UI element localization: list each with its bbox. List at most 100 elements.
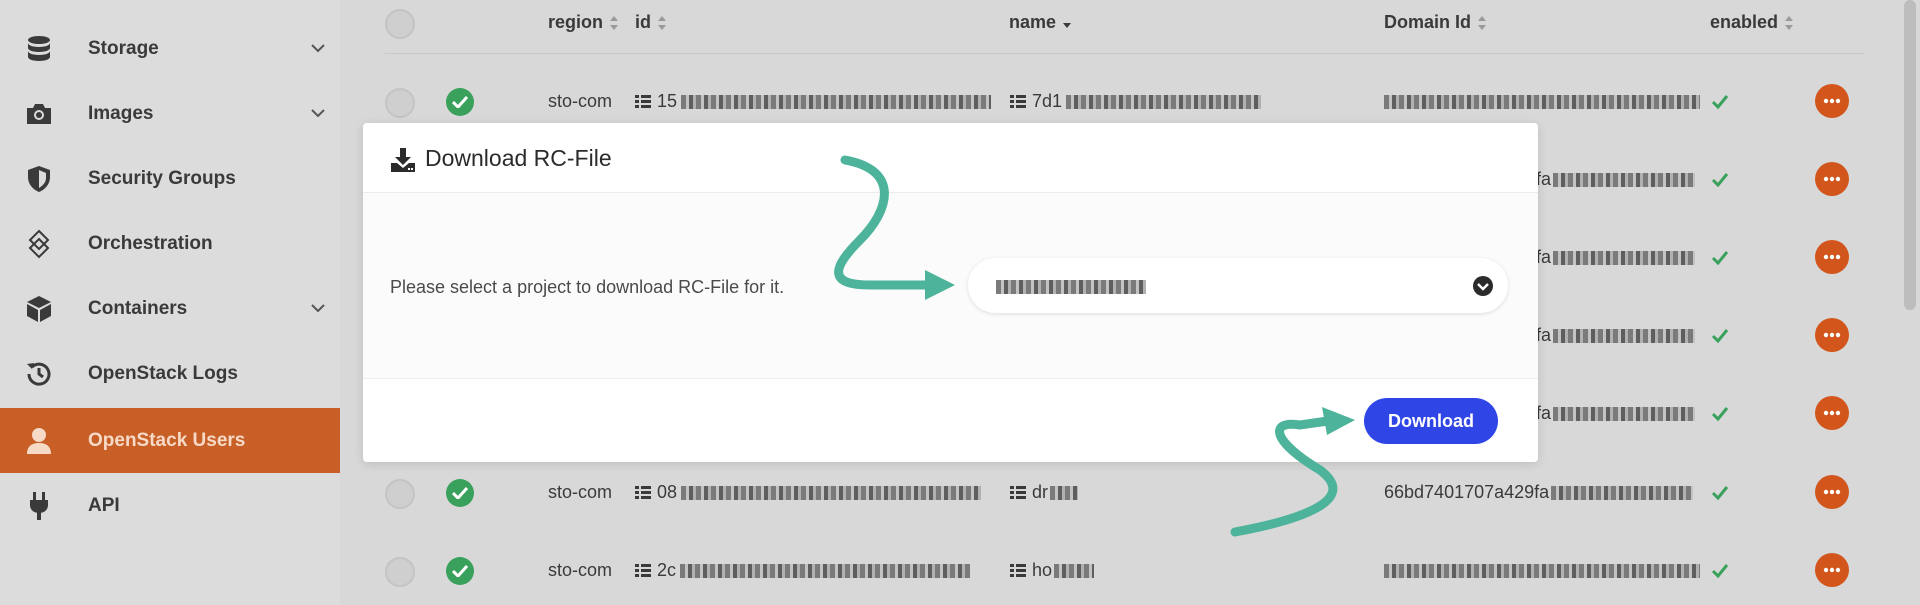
- redacted-text: [680, 564, 971, 579]
- column-header-label: name: [1009, 12, 1057, 32]
- project-select[interactable]: [968, 258, 1508, 313]
- sidebar-item-containers[interactable]: Containers: [0, 276, 340, 341]
- cell-id-text: 15: [657, 91, 678, 111]
- select-all-radio[interactable]: [385, 9, 415, 39]
- sidebar-item-label: Storage: [88, 37, 159, 59]
- download-rc-file-dialog: Download RC-File Please select a project…: [363, 123, 1538, 462]
- cell-domain-id-text: 66bd7401707a429fa: [1384, 482, 1550, 502]
- column-header-name[interactable]: name: [1009, 12, 1072, 33]
- row-actions-button[interactable]: [1815, 162, 1849, 196]
- cell-region: sto-com: [548, 560, 613, 580]
- list-icon: [1010, 95, 1026, 109]
- cell-domain-id: [1384, 91, 1700, 112]
- enabled-check-icon: [1711, 407, 1729, 422]
- list-icon: [1010, 564, 1026, 578]
- sidebar-item-api[interactable]: API: [0, 473, 340, 538]
- enabled-check-icon: [1711, 564, 1729, 579]
- row-actions-button[interactable]: [1815, 396, 1849, 430]
- list-icon: [635, 564, 651, 578]
- sidebar-item-security-groups[interactable]: Security Groups: [0, 146, 340, 211]
- cell-domain-id-text: fa: [1536, 403, 1552, 423]
- more-icon: [1823, 98, 1841, 104]
- more-icon: [1823, 176, 1841, 182]
- cell-domain-id: fa: [1536, 403, 1696, 424]
- cell-domain-id-text: fa: [1536, 247, 1552, 267]
- sidebar-item-label: OpenStack Logs: [88, 362, 238, 384]
- dialog-body: Please select a project to download RC-F…: [363, 193, 1538, 378]
- sidebar-item-images[interactable]: Images: [0, 81, 340, 146]
- download-button[interactable]: Download: [1364, 398, 1498, 444]
- cell-id-text: 08: [657, 482, 678, 502]
- row-actions-button[interactable]: [1815, 84, 1849, 118]
- sidebar-item-orchestration[interactable]: Orchestration: [0, 211, 340, 276]
- orchestration-icon: [24, 229, 54, 259]
- redacted-text: [1384, 95, 1700, 110]
- cell-name: ho: [1010, 560, 1095, 581]
- row-select-radio[interactable]: [385, 557, 415, 587]
- chevron-down-icon: [310, 301, 326, 317]
- download-icon: [391, 148, 415, 172]
- chevron-down-icon: [310, 41, 326, 57]
- sidebar-item-storage[interactable]: Storage: [0, 16, 340, 81]
- sidebar-item-openstack-logs[interactable]: OpenStack Logs: [0, 341, 340, 406]
- cell-domain-id-text: fa: [1536, 325, 1552, 345]
- sort-desc-icon: [1063, 22, 1072, 28]
- chevron-down-icon: [310, 106, 326, 122]
- row-select-radio[interactable]: [385, 88, 415, 118]
- row-actions-button[interactable]: [1815, 240, 1849, 274]
- more-icon: [1823, 332, 1841, 338]
- redacted-text: [1066, 95, 1262, 110]
- row-actions-button[interactable]: [1815, 475, 1849, 509]
- header-divider: [385, 53, 1865, 54]
- sort-icon: [610, 15, 619, 30]
- shield-icon: [24, 164, 54, 194]
- cell-domain-id: fa: [1536, 247, 1696, 268]
- cell-id: 15: [635, 91, 992, 112]
- column-header-label: id: [635, 12, 651, 32]
- dialog-title: Download RC-File: [425, 145, 612, 171]
- column-header-label: enabled: [1710, 12, 1779, 32]
- sidebar-item-label: OpenStack Users: [88, 429, 246, 451]
- row-select-radio[interactable]: [385, 479, 415, 509]
- row-actions-button[interactable]: [1815, 553, 1849, 587]
- sidebar-item-openstack-users[interactable]: OpenStack Users: [0, 408, 340, 473]
- cell-name-text: 7d1: [1032, 91, 1063, 111]
- status-ok-icon: [446, 479, 474, 507]
- cell-region: sto-com: [548, 91, 613, 111]
- vertical-scrollbar[interactable]: [1904, 0, 1916, 310]
- redacted-text: [1551, 486, 1694, 501]
- column-header-domain-id[interactable]: Domain Id: [1384, 12, 1487, 33]
- sidebar-item-label: Images: [88, 102, 154, 124]
- cell-domain-id: fa: [1536, 325, 1696, 346]
- column-header-region[interactable]: region: [548, 12, 619, 33]
- more-icon: [1823, 567, 1841, 573]
- column-header-id[interactable]: id: [635, 12, 667, 33]
- list-icon: [635, 486, 651, 500]
- redacted-text: [1553, 407, 1696, 422]
- enabled-check-icon: [1711, 486, 1729, 501]
- cell-id: 08: [635, 482, 982, 503]
- column-header-enabled[interactable]: enabled: [1710, 12, 1794, 33]
- enabled-check-icon: [1711, 329, 1729, 344]
- cell-name: dr: [1010, 482, 1079, 503]
- status-ok-icon: [446, 557, 474, 585]
- redacted-text: [996, 279, 1146, 294]
- sidebar: Storage Images Security Groups Orchestra…: [0, 0, 340, 605]
- history-icon: [24, 359, 54, 389]
- cell-domain-id: 66bd7401707a429fa: [1384, 482, 1694, 503]
- redacted-text: [1553, 251, 1696, 266]
- more-icon: [1823, 254, 1841, 260]
- camera-icon: [24, 99, 54, 129]
- enabled-check-icon: [1711, 251, 1729, 266]
- sidebar-item-label: Containers: [88, 297, 188, 319]
- sidebar-item-label: Security Groups: [88, 167, 236, 189]
- cell-domain-id: [1384, 560, 1700, 581]
- chevron-down-circle-icon: [1473, 276, 1493, 296]
- redacted-text: [1050, 486, 1079, 501]
- sort-icon: [1785, 15, 1794, 30]
- redacted-text: [1553, 173, 1696, 188]
- cell-name-text: dr: [1032, 482, 1049, 502]
- dialog-prompt: Please select a project to download RC-F…: [390, 277, 785, 297]
- cell-name-text: ho: [1032, 560, 1053, 580]
- row-actions-button[interactable]: [1815, 318, 1849, 352]
